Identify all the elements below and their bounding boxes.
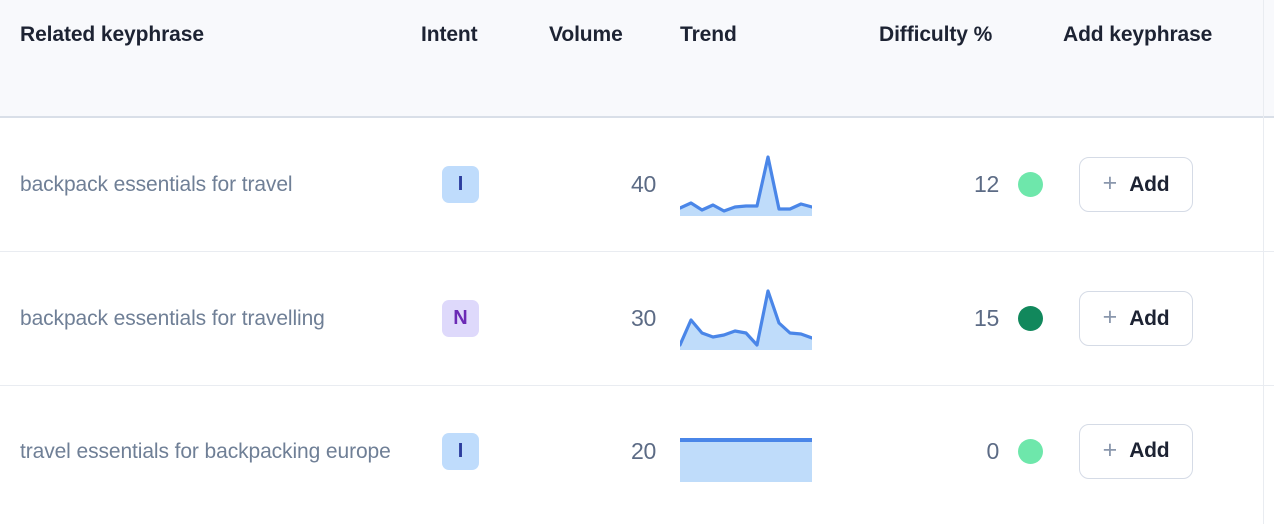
difficulty-cell: 0 — [836, 438, 1061, 465]
difficulty-cell: 12 — [836, 171, 1061, 198]
difficulty-value: 0 — [986, 437, 1000, 464]
table-body: backpack essentials for travel I 40 12 +… — [0, 118, 1274, 516]
intent-badge: I — [442, 166, 479, 203]
plus-icon: + — [1102, 303, 1118, 331]
add-cell: + Add — [1061, 157, 1253, 212]
trend-cell — [656, 154, 836, 216]
column-header-keyphrase[interactable]: Related keyphrase — [0, 20, 421, 50]
table-row: backpack essentials for travel I 40 12 +… — [0, 118, 1274, 252]
column-header-add-keyphrase: Add keyphrase — [1063, 23, 1213, 46]
keyphrase-cell: travel essentials for backpacking europe — [0, 432, 421, 471]
intent-cell: N — [421, 300, 546, 337]
difficulty-indicator-dot — [1018, 172, 1043, 197]
difficulty-indicator-dot — [1018, 306, 1043, 331]
column-header-difficulty[interactable]: Difficulty % — [836, 20, 1061, 50]
difficulty-value: 12 — [974, 171, 999, 197]
volume-cell: 40 — [546, 171, 656, 198]
add-button-label: Add — [1129, 172, 1170, 196]
trend-sparkline-chart — [680, 438, 812, 482]
intent-cell: I — [421, 166, 546, 203]
table-header-row: Related keyphrase Intent Volume Trend Di… — [0, 0, 1274, 118]
keyphrase-cell: backpack essentials for travelling — [0, 299, 421, 338]
table-right-border — [1263, 0, 1264, 524]
difficulty-cell: 15 — [836, 305, 1061, 332]
intent-cell: I — [421, 432, 546, 470]
difficulty-indicator-dot — [1018, 438, 1043, 464]
column-header-volume[interactable]: Volume — [546, 20, 656, 50]
volume-cell: 30 — [546, 305, 656, 332]
trend-cell — [656, 420, 836, 482]
volume-value: 30 — [631, 305, 656, 331]
volume-value: 40 — [631, 171, 656, 197]
add-keyphrase-button[interactable]: + Add — [1079, 423, 1193, 479]
volume-value: 20 — [631, 437, 656, 464]
column-header-trend[interactable]: Trend — [656, 20, 836, 50]
keyphrase-link[interactable]: backpack essentials for travel — [20, 173, 293, 196]
difficulty-value: 15 — [974, 305, 999, 331]
trend-cell — [656, 288, 836, 350]
plus-icon: + — [1102, 169, 1118, 197]
keyphrase-link[interactable]: backpack essentials for travelling — [20, 307, 325, 330]
intent-badge: I — [442, 432, 479, 470]
column-header-intent[interactable]: Intent — [421, 20, 546, 50]
table-row: backpack essentials for travelling N 30 … — [0, 252, 1274, 386]
add-cell: + Add — [1061, 423, 1253, 479]
trend-sparkline-chart — [680, 288, 812, 350]
add-button-label: Add — [1129, 439, 1170, 462]
trend-sparkline-chart — [680, 154, 812, 216]
add-keyphrase-button[interactable]: + Add — [1079, 157, 1193, 212]
related-keyphrases-table: Related keyphrase Intent Volume Trend Di… — [0, 0, 1274, 524]
add-button-label: Add — [1129, 306, 1170, 330]
volume-cell: 20 — [546, 438, 656, 465]
add-keyphrase-button[interactable]: + Add — [1079, 291, 1193, 346]
keyphrase-link[interactable]: travel essentials for backpacking europe — [20, 440, 391, 463]
keyphrase-cell: backpack essentials for travel — [0, 165, 421, 204]
add-cell: + Add — [1061, 291, 1253, 346]
table-row: travel essentials for backpacking europe… — [0, 386, 1274, 516]
plus-icon: + — [1102, 435, 1118, 464]
intent-badge: N — [442, 300, 479, 337]
